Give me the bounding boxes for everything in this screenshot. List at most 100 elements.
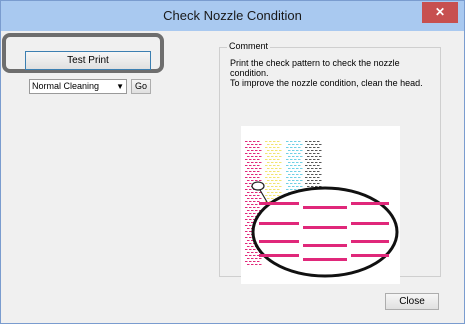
close-window-button[interactable]: ✕	[422, 2, 458, 23]
pattern-dash	[251, 180, 254, 181]
pattern-dash	[269, 159, 272, 160]
pattern-dash	[253, 261, 256, 262]
pattern-dash	[251, 198, 254, 199]
pattern-dash	[271, 156, 274, 157]
pattern-dash	[269, 195, 272, 196]
pattern-dash	[249, 261, 252, 262]
pattern-dash	[279, 150, 282, 151]
comment-group-label: Comment	[227, 41, 271, 51]
pattern-dash	[249, 171, 252, 172]
pattern-dash	[265, 147, 268, 148]
pattern-dash	[313, 153, 316, 154]
pattern-dash	[251, 258, 254, 259]
pattern-dash	[279, 180, 282, 181]
pattern-dash	[251, 204, 254, 205]
pattern-dash	[253, 147, 256, 148]
pattern-dash	[269, 171, 272, 172]
pattern-dash	[271, 168, 274, 169]
pattern-dash	[309, 141, 312, 142]
pattern-dash	[245, 231, 248, 232]
window-title: Check Nozzle Condition	[163, 8, 302, 23]
pattern-dash	[277, 171, 280, 172]
pattern-dash	[247, 174, 250, 175]
pattern-dash	[265, 183, 268, 184]
pattern-dash	[247, 168, 250, 169]
pattern-dash	[249, 195, 252, 196]
pattern-dash	[247, 186, 250, 187]
pattern-dash	[298, 153, 301, 154]
pattern-dash	[298, 165, 301, 166]
pattern-dash	[259, 198, 262, 199]
pattern-dash	[251, 174, 254, 175]
pattern-dash	[317, 141, 320, 142]
pattern-dash	[259, 180, 262, 181]
pattern-dash	[259, 174, 262, 175]
pattern-dash	[253, 177, 256, 178]
pattern-dash	[307, 174, 310, 175]
pattern-dash	[313, 141, 316, 142]
pattern-dash	[249, 249, 252, 250]
pattern-dash	[273, 177, 276, 178]
pattern-dash	[253, 213, 256, 214]
pattern-dash	[253, 153, 256, 154]
pattern-dash	[247, 216, 250, 217]
pattern-dash	[311, 156, 314, 157]
pattern-dash	[319, 156, 322, 157]
pattern-dash	[269, 153, 272, 154]
pattern-dash	[309, 159, 312, 160]
pattern-dash	[251, 192, 254, 193]
go-button[interactable]: Go	[131, 79, 151, 94]
pattern-dash	[249, 153, 252, 154]
pattern-dash	[305, 153, 308, 154]
pattern-dash	[257, 177, 260, 178]
pattern-dash	[255, 162, 258, 163]
pattern-dash	[267, 198, 270, 199]
pattern-dash	[265, 189, 268, 190]
pattern-dash	[265, 177, 268, 178]
pattern-dash	[249, 147, 252, 148]
pattern-dash	[255, 156, 258, 157]
pattern-dash	[249, 225, 252, 226]
pattern-dash	[307, 168, 310, 169]
pattern-dash	[305, 147, 308, 148]
pattern-dash	[292, 144, 295, 145]
pattern-dash	[296, 180, 299, 181]
pattern-dash	[247, 240, 250, 241]
pattern-dash	[255, 174, 258, 175]
pattern-dash	[269, 147, 272, 148]
pattern-dash	[294, 159, 297, 160]
pattern-dash	[251, 156, 254, 157]
pattern-dash	[294, 177, 297, 178]
pattern-dash	[253, 207, 256, 208]
pattern-dash	[307, 156, 310, 157]
pattern-dash	[255, 264, 258, 265]
pattern-dash	[305, 183, 308, 184]
pattern-dash	[255, 252, 258, 253]
pattern-dash	[255, 258, 258, 259]
pattern-dash	[315, 150, 318, 151]
pattern-dash	[296, 156, 299, 157]
pattern-dash	[286, 141, 289, 142]
pattern-dash	[277, 195, 280, 196]
pattern-dash	[265, 165, 268, 166]
pattern-dash	[249, 231, 252, 232]
pattern-dash	[296, 150, 299, 151]
close-button[interactable]: Close	[385, 293, 439, 310]
pattern-dash	[259, 162, 262, 163]
pattern-dash	[249, 213, 252, 214]
pattern-dash	[251, 144, 254, 145]
pattern-dash	[288, 174, 291, 175]
pattern-dash	[305, 171, 308, 172]
pattern-dash	[257, 195, 260, 196]
pattern-dash	[313, 165, 316, 166]
pattern-dash	[290, 159, 293, 160]
pattern-dash	[247, 144, 250, 145]
test-print-button[interactable]: Test Print	[25, 51, 151, 70]
magnified-line	[303, 258, 347, 261]
pattern-dash	[267, 168, 270, 169]
pattern-dash	[249, 207, 252, 208]
pattern-dash	[286, 171, 289, 172]
pattern-dash	[247, 156, 250, 157]
pattern-dash	[277, 141, 280, 142]
cleaning-mode-select[interactable]: Normal Cleaning ▼	[29, 79, 127, 94]
